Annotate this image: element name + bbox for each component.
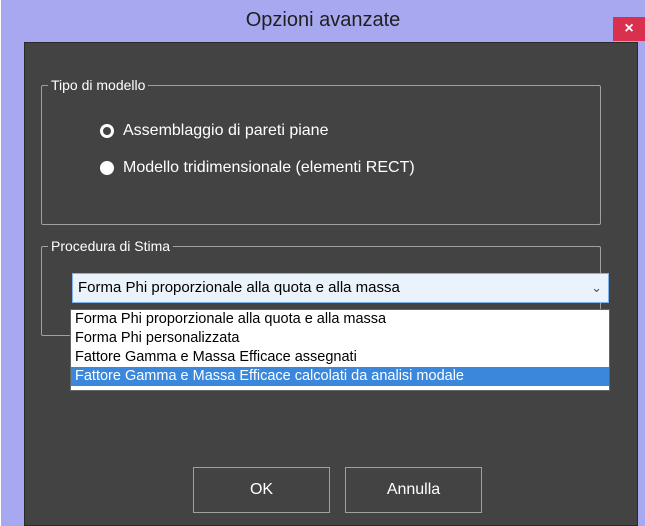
estimate-procedure-group-label: Procedura di Stima <box>48 238 174 254</box>
window-title: Opzioni avanzate <box>245 9 401 31</box>
radio-tridimensionale-label: Modello tridimensionale (elementi RECT) <box>123 159 415 176</box>
model-type-group: Tipo di modello Assemblaggio di pareti p… <box>41 77 601 225</box>
dialog-client-area: Tipo di modello Assemblaggio di pareti p… <box>24 42 638 526</box>
estimate-procedure-dropdown-list[interactable]: Forma Phi proporzionale alla quota e all… <box>70 309 610 391</box>
dropdown-option[interactable]: Forma Phi proporzionale alla quota e all… <box>71 310 609 329</box>
chevron-down-icon[interactable]: ⌄ <box>591 274 602 302</box>
radio-assemblaggio-label: Assemblaggio di pareti piane <box>123 122 329 139</box>
title-bar[interactable]: Opzioni avanzate × <box>1 0 645 42</box>
radio-checked-icon <box>100 124 114 138</box>
estimate-procedure-select[interactable]: Forma Phi proporzionale alla quota e all… <box>72 273 609 303</box>
radio-unchecked-icon <box>100 161 114 175</box>
radio-assemblaggio[interactable]: Assemblaggio di pareti piane <box>100 120 328 142</box>
dropdown-option[interactable]: Fattore Gamma e Massa Efficace assegnati <box>71 348 609 367</box>
cancel-button[interactable]: Annulla <box>345 467 482 513</box>
model-type-group-label: Tipo di modello <box>48 77 149 93</box>
dropdown-option[interactable]: Forma Phi personalizzata <box>71 329 609 348</box>
close-icon: × <box>624 20 634 37</box>
options-dialog: Opzioni avanzate × Tipo di modello Assem… <box>1 0 645 526</box>
ok-button[interactable]: OK <box>193 467 330 513</box>
close-button[interactable]: × <box>613 17 645 41</box>
radio-tridimensionale[interactable]: Modello tridimensionale (elementi RECT) <box>100 157 415 179</box>
dropdown-option-highlighted[interactable]: Fattore Gamma e Massa Efficace calcolati… <box>71 367 609 386</box>
estimate-procedure-selected-value: Forma Phi proporzionale alla quota e all… <box>78 279 400 296</box>
